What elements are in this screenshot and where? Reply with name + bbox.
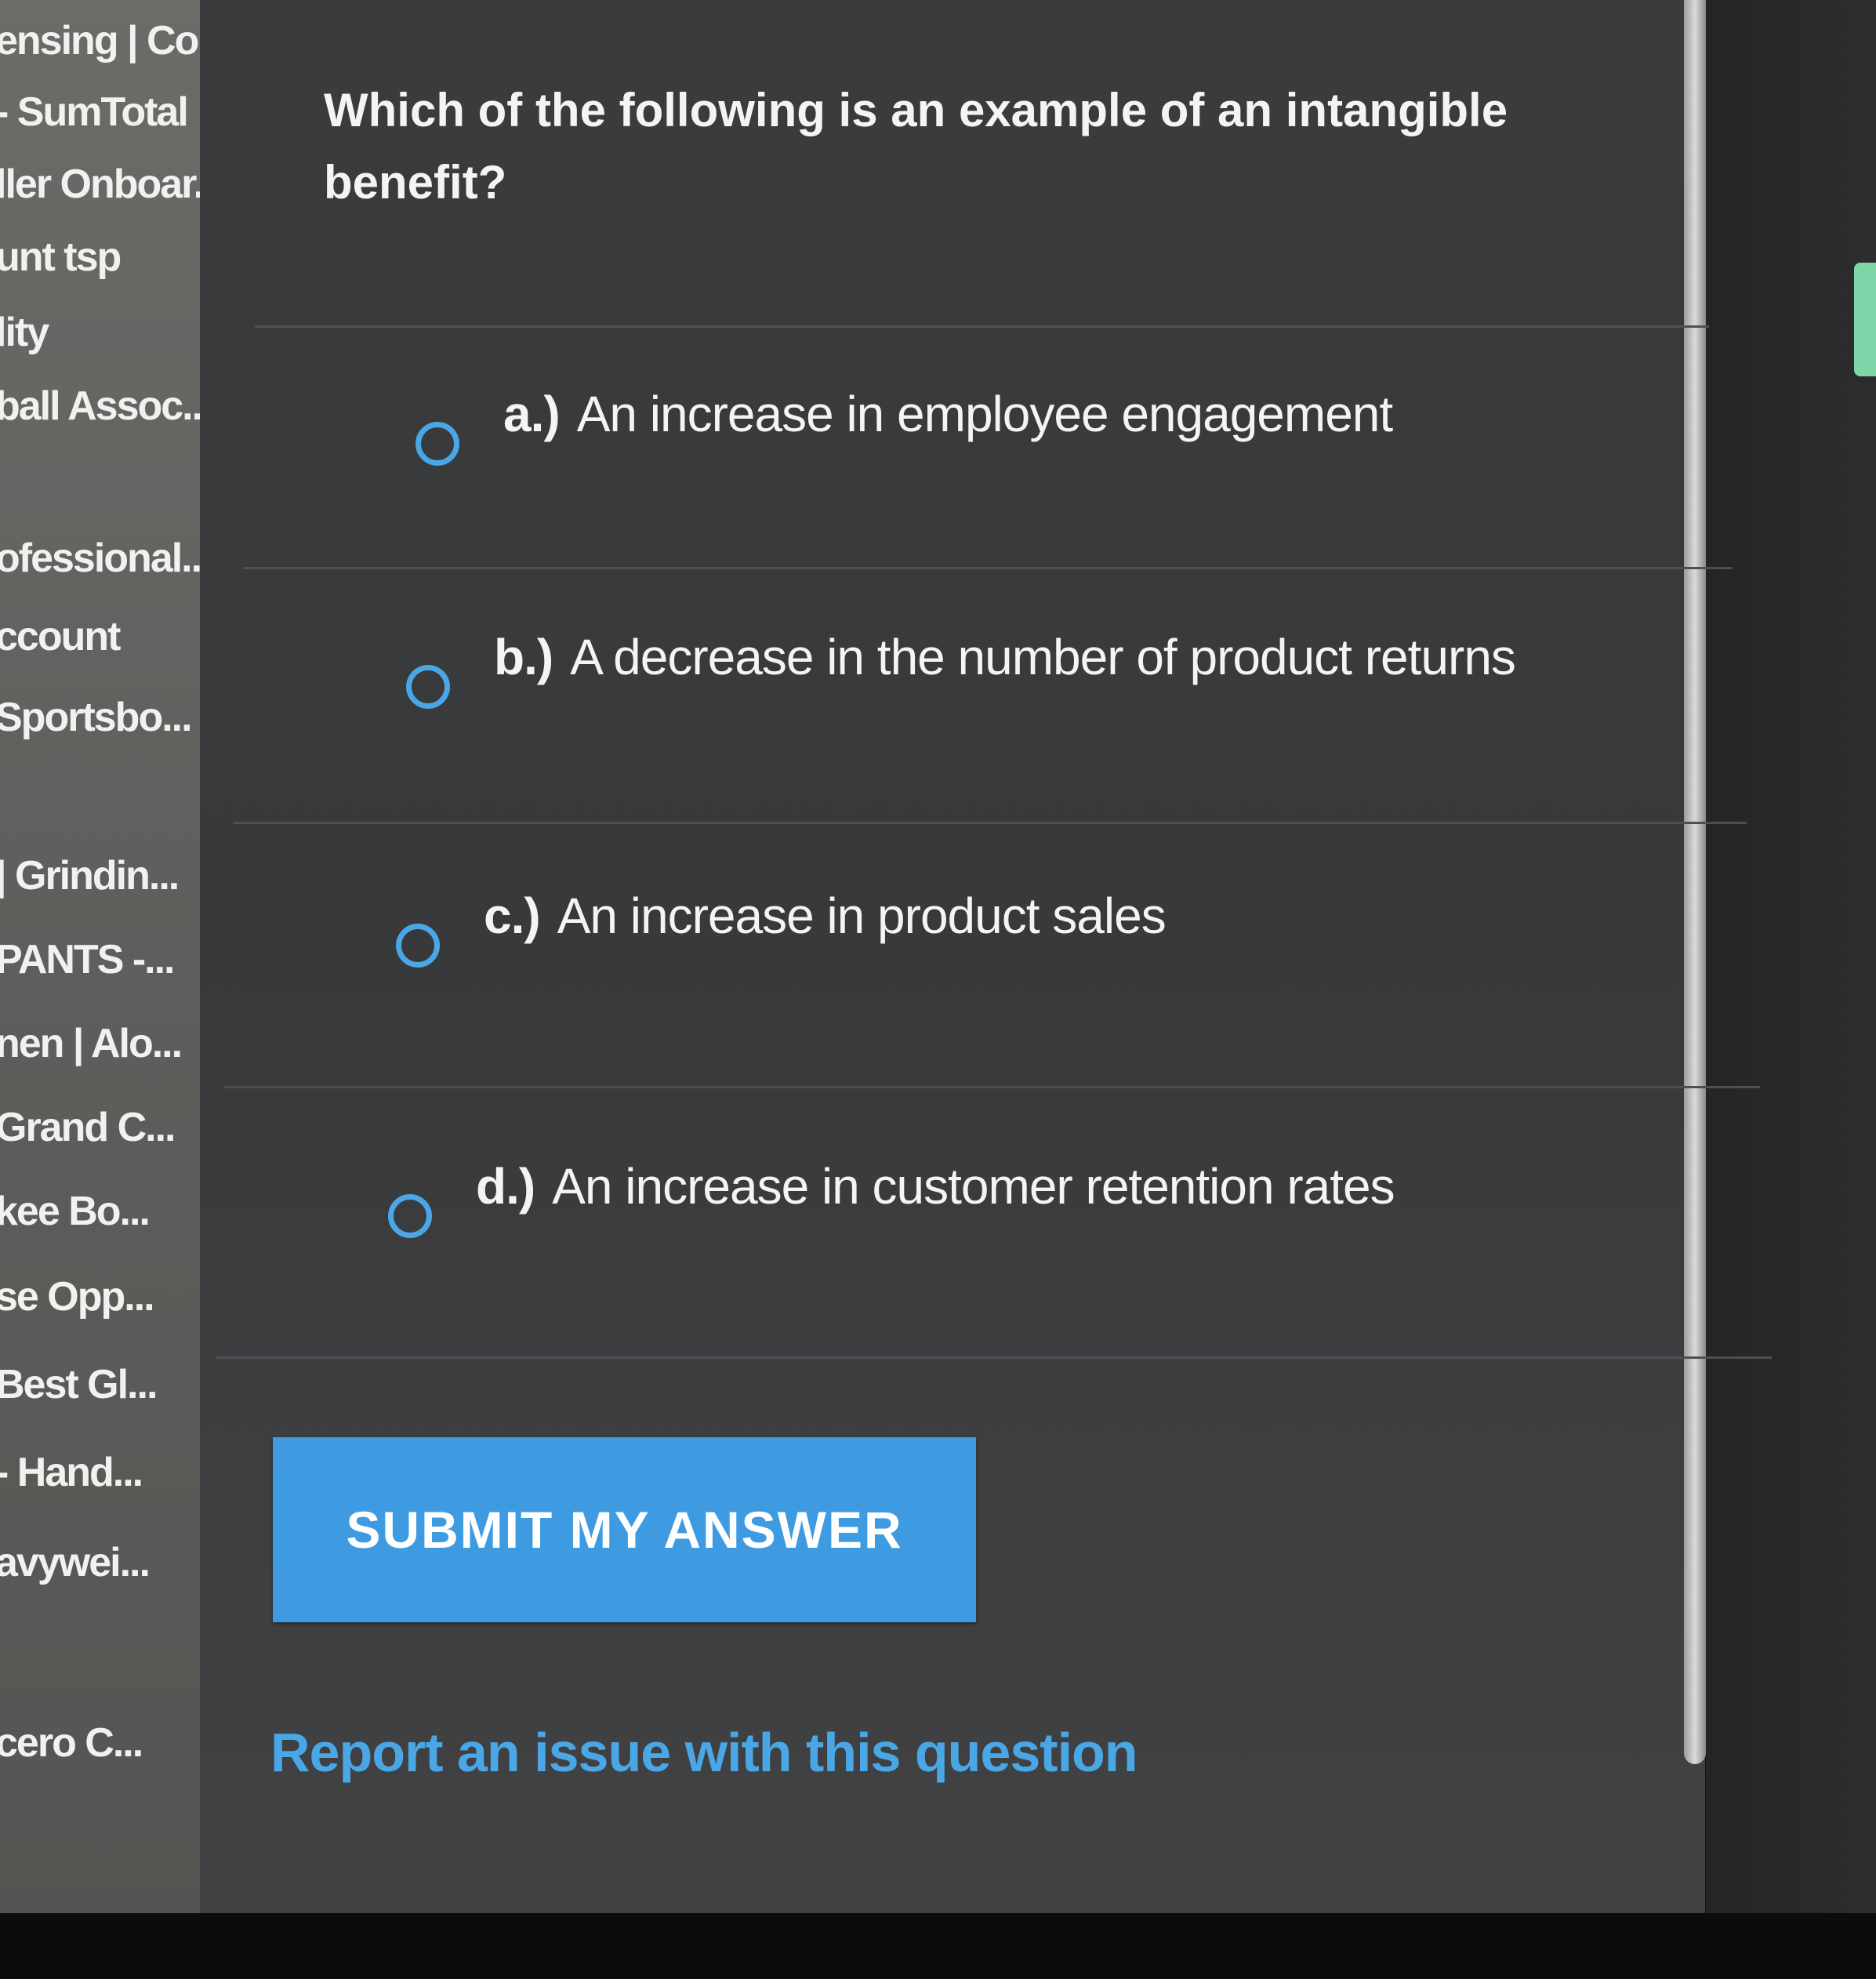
panel-scrollbar[interactable]: [1684, 0, 1706, 1764]
right-margin: [1706, 0, 1876, 1913]
answer-letter: c.): [484, 888, 541, 944]
answer-letter: b.): [494, 629, 553, 685]
radio-button-b[interactable]: [406, 665, 450, 709]
sidebar-item[interactable]: Grand C...: [0, 1107, 176, 1148]
sidebar-item[interactable]: ller Onboar...: [0, 164, 224, 205]
sidebar-item[interactable]: unt tsp: [0, 237, 122, 278]
answer-text: A decrease in the number of product retu…: [570, 629, 1516, 685]
sidebar-item[interactable]: - Hand...: [0, 1452, 143, 1493]
answer-text: An increase in customer retention rates: [552, 1158, 1395, 1215]
divider: [234, 822, 1747, 824]
answer-text: An increase in product sales: [557, 888, 1167, 944]
sidebar-item[interactable]: Best Gl...: [0, 1364, 158, 1405]
answer-letter: a.): [503, 386, 561, 442]
radio-button-d[interactable]: [388, 1194, 432, 1238]
radio-button-a[interactable]: [415, 422, 459, 466]
answer-letter: d.): [476, 1158, 535, 1215]
answer-option-c[interactable]: c.) An increase in product sales: [396, 888, 1167, 968]
report-issue-link[interactable]: Report an issue with this question: [270, 1721, 1138, 1784]
sidebar-item[interactable]: ball Assoc...: [0, 386, 213, 427]
radio-button-c[interactable]: [396, 924, 440, 968]
divider: [243, 567, 1733, 569]
sidebar-item[interactable]: avywei...: [0, 1542, 151, 1583]
sidebar-item[interactable]: PANTS -...: [0, 939, 175, 980]
answer-option-a[interactable]: a.) An increase in employee engagement: [415, 386, 1393, 466]
sidebar-item[interactable]: - SumTotal: [0, 92, 189, 133]
answer-label-d[interactable]: d.) An increase in customer retention rat…: [476, 1159, 1395, 1214]
side-tab[interactable]: [1854, 263, 1876, 376]
answer-option-d[interactable]: d.) An increase in customer retention rat…: [388, 1159, 1395, 1238]
sidebar-item[interactable]: ccount: [0, 616, 121, 657]
sidebar-item[interactable]: | Grindin...: [0, 855, 180, 896]
answer-text: An increase in employee engagement: [576, 386, 1393, 442]
divider: [255, 325, 1709, 328]
sidebar-item[interactable]: Sportsbo...: [0, 697, 193, 738]
submit-answer-button[interactable]: SUBMIT MY ANSWER: [273, 1437, 976, 1622]
screen-bezel: [0, 1913, 1876, 1979]
sidebar-item[interactable]: ensing | Co...: [0, 20, 229, 61]
answer-option-b[interactable]: b.) A decrease in the number of product r…: [406, 629, 1516, 709]
sidebar-item[interactable]: ofessional...: [0, 538, 212, 579]
sidebar-item[interactable]: nen | Alo...: [0, 1023, 183, 1064]
divider: [223, 1086, 1760, 1088]
answer-label-b[interactable]: b.) A decrease in the number of product r…: [494, 629, 1516, 685]
sidebar-item[interactable]: cero C...: [0, 1723, 143, 1763]
answer-label-c[interactable]: c.) An increase in product sales: [484, 888, 1167, 944]
sidebar-item[interactable]: lity: [0, 312, 49, 353]
sidebar-item[interactable]: se Opp...: [0, 1276, 155, 1317]
sidebar-item[interactable]: kee Bo...: [0, 1191, 151, 1232]
divider: [216, 1356, 1772, 1359]
answer-label-a[interactable]: a.) An increase in employee engagement: [503, 386, 1393, 442]
question-text: Which of the following is an example of …: [324, 84, 1508, 209]
